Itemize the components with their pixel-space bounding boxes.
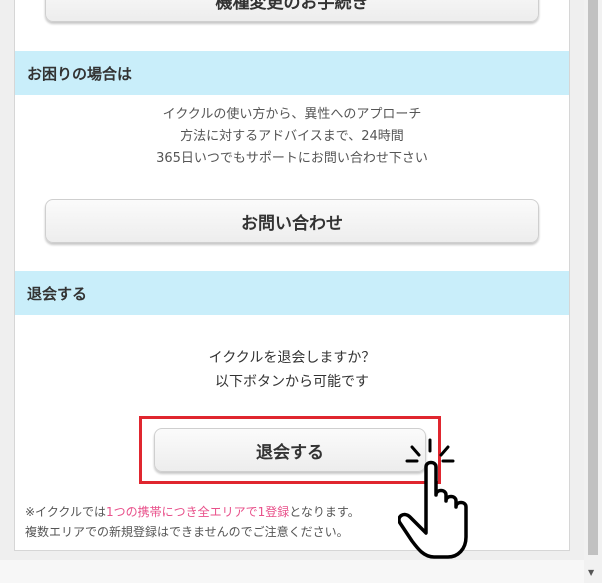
help-section-title: お困りの場合は — [27, 64, 133, 83]
help-description: イククルの使い方から、異性へのアプローチ 方法に対するアドバイスまで、24時間 … — [15, 104, 569, 170]
scrollbar-thumb[interactable] — [588, 0, 598, 555]
withdraw-button-label: 退会する — [256, 442, 324, 463]
bottom-bar — [0, 560, 584, 583]
contact-button-label: お問い合わせ — [241, 213, 343, 234]
note-suffix: となります。 — [289, 505, 360, 519]
device-change-button-label: 機種変更のお手続き — [215, 0, 369, 13]
registration-note-line2: 複数エリアでの新規登録はできませんのでご注意ください。 — [25, 525, 349, 539]
withdraw-button[interactable]: 退会する — [154, 428, 426, 472]
help-section-header: お困りの場合は — [15, 51, 569, 95]
pointing-hand-icon — [398, 438, 468, 559]
device-change-button[interactable]: 機種変更のお手続き — [45, 0, 539, 22]
withdraw-question-line: 以下ボタンから可能です — [215, 374, 369, 390]
note-prefix: ※イククルでは — [25, 505, 106, 519]
click-burst-icon — [405, 438, 455, 463]
help-description-line: 方法に対するアドバイスまで、24時間 — [180, 129, 404, 144]
help-description-line: 365日いつでもサポートにお問い合わせ下さい — [156, 151, 428, 166]
withdraw-question-line: イククルを退会しますか？ — [208, 350, 376, 366]
registration-note: ※イククルでは1つの携帯につき全エリアで1登録となります。 複数エリアでの新規登… — [25, 502, 360, 542]
note-highlight: 1つの携帯につき全エリアで1登録 — [105, 505, 290, 519]
withdraw-section-title: 退会する — [27, 284, 88, 303]
withdraw-section-header: 退会する — [15, 271, 569, 315]
withdraw-question: イククルを退会しますか？ 以下ボタンから可能です — [15, 346, 569, 394]
help-description-line: イククルの使い方から、異性へのアプローチ — [162, 107, 422, 122]
vertical-scrollbar[interactable]: ▼ — [584, 0, 602, 583]
scroll-down-arrow-icon[interactable]: ▼ — [588, 568, 594, 577]
contact-button[interactable]: お問い合わせ — [45, 199, 539, 243]
registration-note-line1: ※イククルでは1つの携帯につき全エリアで1登録となります。 — [25, 502, 360, 522]
settings-panel: 機種変更のお手続き お困りの場合は イククルの使い方から、異性へのアプローチ 方… — [14, 0, 570, 551]
